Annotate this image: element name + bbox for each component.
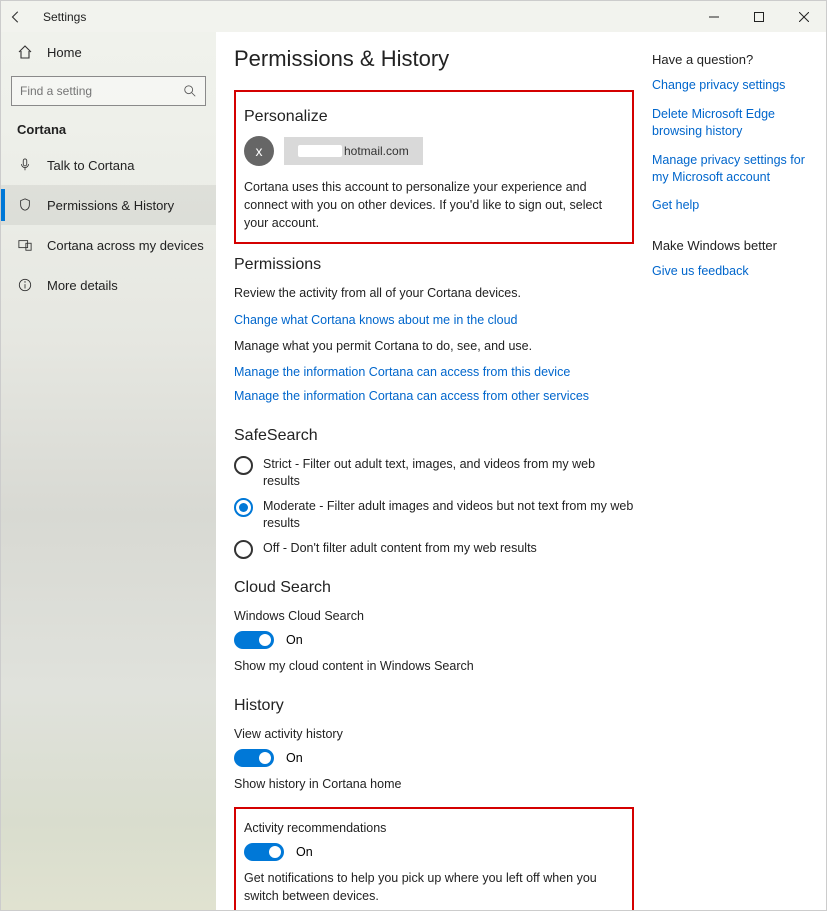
link-manage-ms-privacy[interactable]: Manage privacy settings for my Microsoft… (652, 152, 812, 186)
home-icon (15, 44, 35, 60)
sidebar-item-label: Cortana across my devices (47, 238, 204, 253)
search-field[interactable] (20, 84, 183, 98)
activity-desc: Get notifications to help you pick up wh… (244, 869, 624, 905)
back-button[interactable] (1, 1, 31, 32)
aside-question-heading: Have a question? (652, 52, 812, 67)
link-manage-device[interactable]: Manage the information Cortana can acces… (234, 365, 634, 379)
safesearch-heading: SafeSearch (234, 427, 634, 445)
radio-icon (234, 456, 253, 475)
radio-icon (234, 498, 253, 517)
radio-label: Strict - Filter out adult text, images, … (263, 455, 634, 491)
close-button[interactable] (781, 1, 826, 32)
view-history-toggle[interactable] (234, 749, 274, 767)
safesearch-moderate[interactable]: Moderate - Filter adult images and video… (234, 497, 634, 533)
view-history-state: On (286, 751, 303, 765)
link-feedback[interactable]: Give us feedback (652, 263, 812, 280)
email-suffix: hotmail.com (344, 144, 409, 158)
link-change-privacy[interactable]: Change privacy settings (652, 77, 812, 94)
account-email: hotmail.com (284, 137, 423, 165)
sidebar-item-label: More details (47, 278, 118, 293)
activity-label: Activity recommendations (244, 819, 624, 837)
permissions-review: Review the activity from all of your Cor… (234, 284, 634, 302)
personalize-heading: Personalize (244, 108, 624, 126)
sidebar-item-talk-to-cortana[interactable]: Talk to Cortana (1, 145, 216, 185)
permissions-heading: Permissions (234, 256, 634, 274)
radio-label: Moderate - Filter adult images and video… (263, 497, 634, 533)
sidebar-home[interactable]: Home (1, 34, 216, 70)
redacted-icon (298, 145, 342, 157)
search-icon (183, 84, 197, 98)
personalize-desc: Cortana uses this account to personalize… (244, 178, 624, 232)
aside-better-heading: Make Windows better (652, 238, 812, 253)
sidebar-item-permissions-history[interactable]: Permissions & History (1, 185, 216, 225)
devices-icon (16, 238, 34, 252)
sidebar-home-label: Home (47, 45, 82, 60)
activity-state: On (296, 845, 313, 859)
permissions-manage-desc: Manage what you permit Cortana to do, se… (234, 337, 634, 355)
link-get-help[interactable]: Get help (652, 197, 812, 214)
search-input[interactable] (11, 76, 206, 106)
content: Permissions & History Personalize x hotm… (216, 32, 826, 910)
sidebar-item-label: Talk to Cortana (47, 158, 134, 173)
cloudsearch-toggle[interactable] (234, 631, 274, 649)
microphone-icon (16, 158, 34, 172)
maximize-button[interactable] (736, 1, 781, 32)
activity-recommendations-section: Activity recommendations On Get notifica… (234, 807, 634, 910)
cloudsearch-heading: Cloud Search (234, 579, 634, 597)
history-heading: History (234, 697, 634, 715)
info-icon (16, 278, 34, 292)
window-title: Settings (43, 10, 86, 24)
minimize-button[interactable] (691, 1, 736, 32)
personalize-section: Personalize x hotmail.com Cortana uses t… (234, 90, 634, 244)
safesearch-strict[interactable]: Strict - Filter out adult text, images, … (234, 455, 634, 491)
cloudsearch-state: On (286, 633, 303, 647)
cloudsearch-label: Windows Cloud Search (234, 607, 634, 625)
link-change-cloud[interactable]: Change what Cortana knows about me in th… (234, 313, 634, 327)
view-history-desc: Show history in Cortana home (234, 775, 634, 793)
activity-toggle[interactable] (244, 843, 284, 861)
view-history-label: View activity history (234, 725, 634, 743)
link-delete-edge-history[interactable]: Delete Microsoft Edge browsing history (652, 106, 812, 140)
sidebar: Home Cortana Talk to Cortana (1, 32, 216, 910)
safesearch-off[interactable]: Off - Don't filter adult content from my… (234, 539, 634, 559)
shield-icon (16, 198, 34, 212)
page-title: Permissions & History (234, 46, 634, 72)
sidebar-category: Cortana (1, 112, 216, 145)
radio-icon (234, 540, 253, 559)
radio-label: Off - Don't filter adult content from my… (263, 539, 537, 558)
account-row[interactable]: x hotmail.com (244, 136, 624, 166)
link-manage-services[interactable]: Manage the information Cortana can acces… (234, 389, 634, 403)
sidebar-item-cortana-devices[interactable]: Cortana across my devices (1, 225, 216, 265)
aside: Have a question? Change privacy settings… (652, 46, 812, 890)
avatar: x (244, 136, 274, 166)
titlebar: Settings (1, 1, 826, 32)
sidebar-item-label: Permissions & History (47, 198, 174, 213)
cloudsearch-desc: Show my cloud content in Windows Search (234, 657, 634, 675)
sidebar-item-more-details[interactable]: More details (1, 265, 216, 305)
